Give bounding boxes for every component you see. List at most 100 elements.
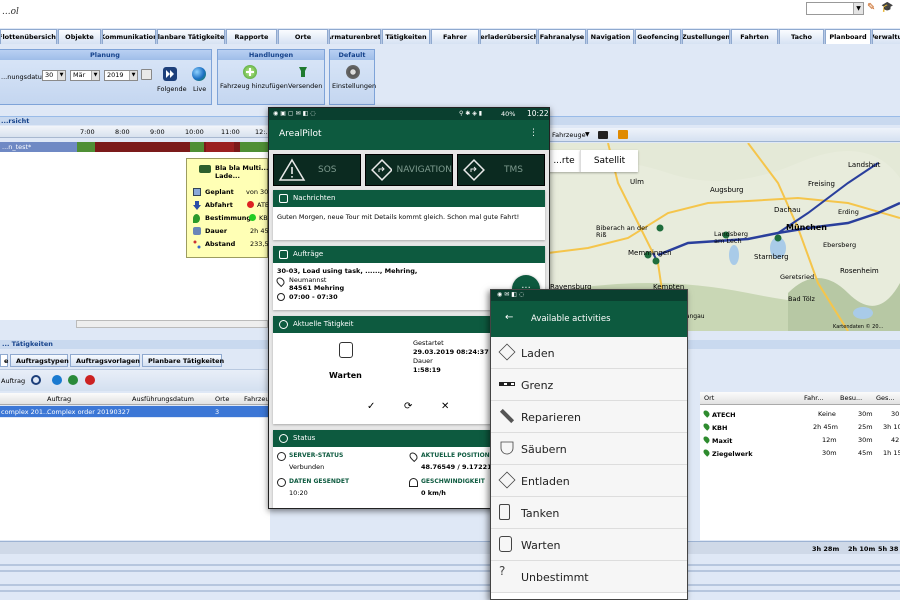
- table-row[interactable]: Ziegelwerk 30m 45m 1h 15: [700, 446, 900, 459]
- column-header[interactable]: Auftrag: [47, 395, 71, 403]
- month-select[interactable]: Mär ▼: [70, 70, 100, 81]
- activity-item-tanken[interactable]: Tanken: [491, 497, 687, 529]
- live-button-label[interactable]: Live: [193, 85, 206, 93]
- tab-taetigkeiten[interactable]: Tätigkeiten: [382, 29, 430, 44]
- table-row[interactable]: KBH 2h 45m 25m 3h 10: [700, 420, 900, 433]
- activity-item-reparieren[interactable]: Reparieren: [491, 401, 687, 433]
- gantt-segment[interactable]: [77, 142, 95, 152]
- tooltip-title: Bla bla Multi... Lade...: [215, 164, 269, 180]
- tab-fahranalyse[interactable]: Fahranalyse: [538, 29, 586, 44]
- graduation-hat-icon[interactable]: 🎓: [881, 2, 893, 13]
- day-select[interactable]: 30 ▼: [42, 70, 66, 81]
- activity-item-entladen[interactable]: Entladen: [491, 465, 687, 497]
- activity-item-warten[interactable]: Warten: [491, 529, 687, 561]
- tab-orte[interactable]: Orte: [278, 29, 328, 44]
- activity-item-grenz[interactable]: Grenz: [491, 369, 687, 401]
- gear-icon[interactable]: [346, 65, 360, 79]
- tab-verladeruebersicht[interactable]: Verladerübersicht: [480, 29, 537, 44]
- activities-app-bar: ← Available activities: [491, 301, 687, 337]
- calendar-icon[interactable]: [141, 69, 152, 80]
- navigation-button[interactable]: NAVIGATION: [365, 154, 453, 186]
- map-city-label: Landshut: [848, 161, 881, 169]
- top-dropdown[interactable]: ▼: [806, 2, 864, 15]
- tab-fahrten[interactable]: Fahrten: [731, 29, 778, 44]
- subtab-auftragsvorlagen[interactable]: Auftragsvorlagen: [70, 354, 140, 367]
- column-header[interactable]: Orte: [215, 395, 229, 403]
- check-icon[interactable]: ✓: [367, 401, 375, 412]
- gantt-segment[interactable]: [206, 142, 234, 152]
- horizontal-scrollbar[interactable]: [76, 320, 268, 328]
- more-vertical-icon[interactable]: ⋮: [529, 128, 538, 138]
- tab-zustellungen[interactable]: Zustellungen: [682, 29, 730, 44]
- refresh-icon[interactable]: [52, 375, 62, 385]
- subtab-auftragstypen[interactable]: Auftragstypen: [10, 354, 69, 367]
- phone-screen-activities: ◉✉◧◌ ← Available activities Laden Grenz …: [490, 289, 688, 600]
- chevron-down-icon[interactable]: ▼: [585, 131, 590, 138]
- tab-navigation[interactable]: Navigation: [587, 29, 634, 44]
- tab-objekte[interactable]: Objekte: [58, 29, 101, 44]
- question-mark-icon: ?: [499, 564, 506, 578]
- tab-kommunikation[interactable]: Kommunikation: [102, 29, 156, 44]
- year-select[interactable]: 2019 ▼: [104, 70, 138, 81]
- settings-button-label[interactable]: Einstellungen: [332, 82, 376, 90]
- add-icon[interactable]: [68, 375, 78, 385]
- tab-verwaltung[interactable]: Verwaltu...: [872, 29, 900, 44]
- map-button[interactable]: ...rte: [548, 150, 580, 172]
- sos-button[interactable]: SOS: [273, 154, 361, 186]
- activity-item-unbestimmt[interactable]: ? Unbestimmt: [491, 561, 687, 593]
- tab-rapporte[interactable]: Rapporte: [226, 29, 277, 44]
- tms-button[interactable]: TMS: [457, 154, 545, 186]
- close-icon[interactable]: ✕: [441, 401, 449, 412]
- globe-icon[interactable]: [192, 67, 206, 81]
- drive-cell: 12m: [822, 436, 837, 444]
- tab-tacho[interactable]: Tacho: [779, 29, 824, 44]
- tab-planboard[interactable]: Planboard: [825, 29, 871, 44]
- table-row[interactable]: ATECH Keine 30m 30: [700, 407, 900, 420]
- new-order-button[interactable]: Auftrag: [1, 377, 25, 385]
- speedometer-icon: [409, 478, 418, 487]
- column-header[interactable]: Fahr...: [804, 394, 824, 402]
- handlungen-group: Handlungen Fahrzeug hinzufügen Versenden: [217, 49, 325, 105]
- lock-icon[interactable]: [618, 130, 628, 139]
- search-icon[interactable]: [31, 375, 41, 385]
- map-city-label: Ulm: [630, 178, 644, 186]
- column-header[interactable]: Besu...: [840, 394, 862, 402]
- tooltip-label: Bestimmung: [205, 214, 252, 222]
- activity-item-saeubern[interactable]: Säubern: [491, 433, 687, 465]
- add-vehicle-icon[interactable]: [243, 65, 257, 79]
- pencil-icon[interactable]: ✎: [867, 2, 875, 13]
- gantt-segment[interactable]: [240, 142, 268, 152]
- tab-fahrer[interactable]: Fahrer: [431, 29, 479, 44]
- activity-item-laden[interactable]: Laden: [491, 337, 687, 369]
- gantt-row-label[interactable]: ...n_test*: [0, 142, 77, 152]
- table-row[interactable]: complex 201... Complex order 20190327 3: [0, 406, 270, 417]
- fast-forward-icon[interactable]: [163, 67, 177, 81]
- table-row[interactable]: Maxit 12m 30m 42: [700, 433, 900, 446]
- tab-geofencing[interactable]: Geofencing: [635, 29, 681, 44]
- subtab-planbare-taetigkeiten[interactable]: Planbare Tätigkeiten: [142, 354, 224, 367]
- send-icon[interactable]: [296, 65, 310, 79]
- server-status-label: SERVER-STATUS: [289, 452, 344, 459]
- orders-table-body: [0, 418, 270, 540]
- delete-icon[interactable]: [85, 375, 95, 385]
- tab-planbare-taetigkeiten[interactable]: Planbare Tätigkeiten: [157, 29, 225, 44]
- add-vehicle-button-label[interactable]: Fahrzeug hinzufügen: [220, 82, 288, 90]
- next-button-label[interactable]: Folgende: [157, 85, 187, 93]
- gantt-segment[interactable]: [190, 142, 204, 152]
- tab-flottenuebersicht[interactable]: Flottenübersicht: [0, 29, 57, 44]
- back-arrow-icon[interactable]: ←: [505, 312, 513, 323]
- map-city-label: Starnberg: [754, 253, 789, 261]
- subtab-current[interactable]: e: [0, 354, 8, 367]
- swap-icon[interactable]: ⟳: [404, 401, 412, 412]
- column-header[interactable]: Ausführungsdatum: [132, 395, 194, 403]
- vehicles-dropdown[interactable]: Fahrzeuge: [552, 131, 586, 139]
- truck-icon[interactable]: [598, 131, 608, 139]
- tab-armaturenbrett[interactable]: Armaturenbrett: [329, 29, 381, 44]
- chevron-down-icon: ▼: [129, 71, 137, 80]
- satellite-button[interactable]: Satellit: [580, 150, 638, 172]
- send-button-label[interactable]: Versenden: [288, 82, 322, 90]
- location-icon: ⚲ ✱ ◈ ▮: [459, 110, 483, 117]
- distance-icon: [193, 240, 201, 249]
- column-header[interactable]: Ges...: [876, 394, 895, 402]
- column-header[interactable]: Ort: [704, 394, 714, 402]
